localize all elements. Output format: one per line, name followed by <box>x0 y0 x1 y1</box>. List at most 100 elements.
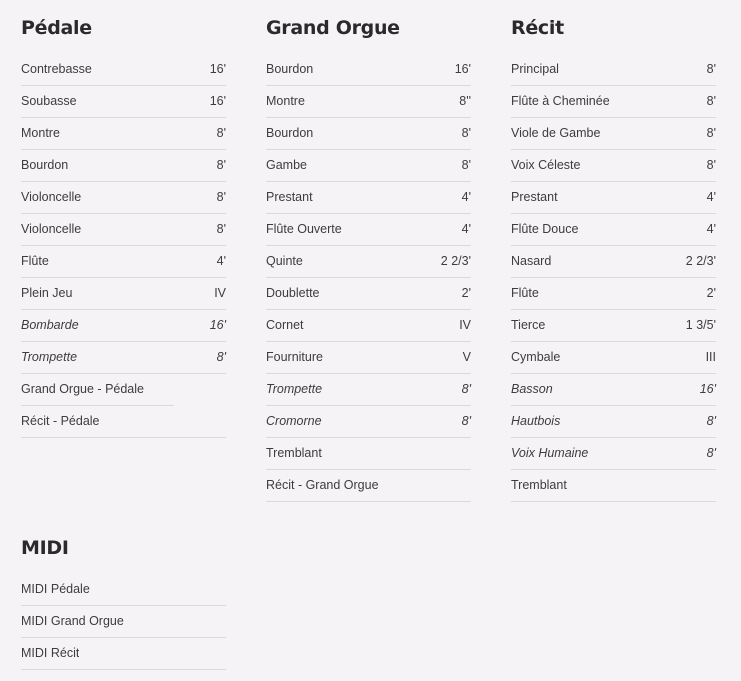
stop-row: Quinte 2 2/3' <box>266 246 471 278</box>
stop-row: Doublette 2' <box>266 278 471 310</box>
stop-name: Voix Humaine <box>511 446 589 460</box>
stop-size: 16' <box>209 94 226 108</box>
stop-name: Fourniture <box>266 350 323 364</box>
stop-row: Flûte Douce 4' <box>511 214 716 246</box>
stop-size: 8' <box>706 446 716 460</box>
stop-size: 2 2/3' <box>440 254 471 268</box>
grand-orgue-section: Grand Orgue Bourdon 16' Montre 8'' Bourdon… <box>266 16 471 502</box>
stop-row: Tierce 1 3/5' <box>511 310 716 342</box>
stop-row: Bourdon 8' <box>21 150 226 182</box>
stop-row: Tremblant <box>511 470 716 502</box>
stop-name: Trompette <box>21 350 78 364</box>
stop-row: Flûte 2' <box>511 278 716 310</box>
stop-row: Violoncelle 8' <box>21 182 226 214</box>
midi-row: MIDI Récit <box>21 638 226 670</box>
stop-name: Prestant <box>511 190 558 204</box>
stop-name: Doublette <box>266 286 320 300</box>
stop-row: Flûte à Cheminée 8' <box>511 86 716 118</box>
section-title: Pédale <box>21 17 92 39</box>
stop-size: IV <box>459 318 471 332</box>
stop-size: 8' <box>706 94 716 108</box>
stop-row: Trompette 8' <box>266 374 471 406</box>
stop-row: Gambe 8' <box>266 150 471 182</box>
stop-row: Nasard 2 2/3' <box>511 246 716 278</box>
stop-size: 4' <box>706 190 716 204</box>
stop-size: 8' <box>216 190 226 204</box>
stop-size: 8' <box>461 414 471 428</box>
stop-name: Récit - Grand Orgue <box>266 478 379 492</box>
stop-row: Trompette 8' <box>21 342 226 374</box>
stop-row: Montre 8' <box>21 118 226 150</box>
stop-name: Bourdon <box>266 62 314 76</box>
stop-size: 8' <box>216 126 226 140</box>
stop-name: Tremblant <box>266 446 322 460</box>
coupler-row: Grand Orgue - Pédale <box>21 374 174 406</box>
stop-name: Tierce <box>511 318 546 332</box>
stop-size: 4' <box>706 222 716 236</box>
section-title: Grand Orgue <box>266 17 400 39</box>
stop-size: 2' <box>461 286 471 300</box>
stop-row: Voix Humaine 8' <box>511 438 716 470</box>
coupler-row: Récit - Pédale <box>21 406 226 438</box>
stop-name: Quinte <box>266 254 303 268</box>
stop-row: Voix Céleste 8' <box>511 150 716 182</box>
stop-row: Cornet IV <box>266 310 471 342</box>
stop-name: Nasard <box>511 254 552 268</box>
stop-name: Flûte Douce <box>511 222 579 236</box>
stop-size: 8' <box>706 126 716 140</box>
midi-row: MIDI Grand Orgue <box>21 606 226 638</box>
stop-row: Cymbale III <box>511 342 716 374</box>
stop-row: Cromorne 8' <box>266 406 471 438</box>
stop-size: 4' <box>461 190 471 204</box>
stop-name: Viole de Gambe <box>511 126 601 140</box>
stop-row: Flûte Ouverte 4' <box>266 214 471 246</box>
stop-name: Soubasse <box>21 94 77 108</box>
midi-section: MIDI MIDI Pédale MIDI Grand Orgue MIDI R… <box>21 536 226 670</box>
stop-row: Soubasse 16' <box>21 86 226 118</box>
stop-size: 16' <box>209 62 226 76</box>
stop-list: Bourdon 16' Montre 8'' Bourdon 8' Gambe 8' P… <box>266 54 471 502</box>
stop-size: 16' <box>454 62 471 76</box>
stop-name: Flûte <box>511 286 539 300</box>
stop-size: 4' <box>461 222 471 236</box>
stop-name: MIDI Grand Orgue <box>21 614 124 628</box>
stop-size: 8'' <box>459 94 471 108</box>
section-title: Récit <box>511 17 564 39</box>
stop-row: Prestant 4' <box>511 182 716 214</box>
stop-name: Bourdon <box>266 126 314 140</box>
stop-name: Plein Jeu <box>21 286 73 300</box>
stop-size: 1 3/5' <box>685 318 716 332</box>
stop-size: 8' <box>706 62 716 76</box>
stop-name: MIDI Récit <box>21 646 80 660</box>
stop-size: 8' <box>461 382 471 396</box>
stop-list: Principal 8' Flûte à Cheminée 8' Viole de … <box>511 54 716 502</box>
stop-row: Tremblant <box>266 438 471 470</box>
stop-row: Bombarde 16' <box>21 310 226 342</box>
stop-name: Récit - Pédale <box>21 414 100 428</box>
stop-name: MIDI Pédale <box>21 582 90 596</box>
stop-size: 8' <box>706 158 716 172</box>
stop-size: 2' <box>706 286 716 300</box>
stop-row: Violoncelle 8' <box>21 214 226 246</box>
stop-size: 8' <box>216 222 226 236</box>
stop-name: Hautbois <box>511 414 561 428</box>
stop-name: Grand Orgue - Pédale <box>21 382 144 396</box>
stop-name: Cromorne <box>266 414 322 428</box>
stop-name: Flûte Ouverte <box>266 222 342 236</box>
stop-row: Montre 8'' <box>266 86 471 118</box>
stop-list: Contrebasse 16' Soubasse 16' Montre 8' Bour… <box>21 54 226 438</box>
stop-size: 16' <box>699 382 716 396</box>
stop-name: Bourdon <box>21 158 69 172</box>
coupler-row: Récit - Grand Orgue <box>266 470 471 502</box>
pedale-section: Pédale Contrebasse 16' Soubasse 16' Montre… <box>21 16 226 438</box>
stop-row: Hautbois 8' <box>511 406 716 438</box>
stop-name: Contrebasse <box>21 62 92 76</box>
stop-name: Bombarde <box>21 318 79 332</box>
stop-list: MIDI Pédale MIDI Grand Orgue MIDI Récit <box>21 574 226 670</box>
stop-size: 8' <box>216 350 226 364</box>
stop-size: 8' <box>706 414 716 428</box>
stop-name: Flûte à Cheminée <box>511 94 610 108</box>
stop-row: Prestant 4' <box>266 182 471 214</box>
stop-name: Violoncelle <box>21 190 82 204</box>
stop-name: Violoncelle <box>21 222 82 236</box>
